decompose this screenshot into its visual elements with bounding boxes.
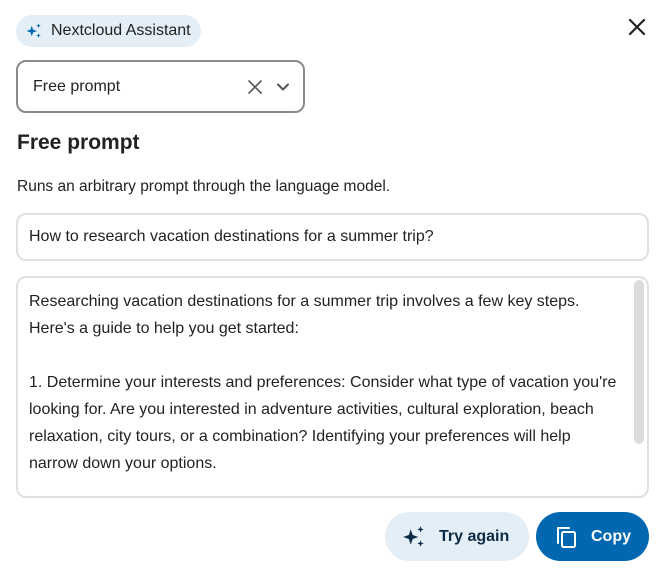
prompt-input[interactable]: How to research vacation destinations fo… xyxy=(16,213,649,261)
close-icon xyxy=(628,18,646,36)
try-again-button[interactable]: Try again xyxy=(385,512,529,561)
assistant-badge: Nextcloud Assistant xyxy=(16,15,201,47)
clear-x-icon[interactable] xyxy=(247,79,263,95)
chevron-down-icon[interactable] xyxy=(275,79,291,95)
output-paragraph: Researching vacation destinations for a … xyxy=(29,293,584,337)
output-scrollbar[interactable] xyxy=(634,280,644,444)
copy-button[interactable]: Copy xyxy=(536,512,649,561)
copy-icon xyxy=(557,526,576,548)
task-description: Runs an arbitrary prompt through the lan… xyxy=(17,178,391,195)
output-textarea[interactable]: Researching vacation destinations for a … xyxy=(16,276,649,498)
sparkles-icon xyxy=(26,23,41,38)
sparkles-icon xyxy=(403,525,424,547)
task-type-value: Free prompt xyxy=(33,77,121,95)
task-title: Free prompt xyxy=(17,131,140,154)
copy-label: Copy xyxy=(591,527,631,545)
close-button[interactable] xyxy=(622,12,652,42)
prompt-input-value: How to research vacation destinations fo… xyxy=(29,228,434,245)
badge-label: Nextcloud Assistant xyxy=(51,22,191,39)
try-again-label: Try again xyxy=(439,527,510,545)
task-type-select[interactable]: Free prompt xyxy=(16,60,305,113)
output-paragraph: 1. Determine your interests and preferen… xyxy=(29,374,621,472)
